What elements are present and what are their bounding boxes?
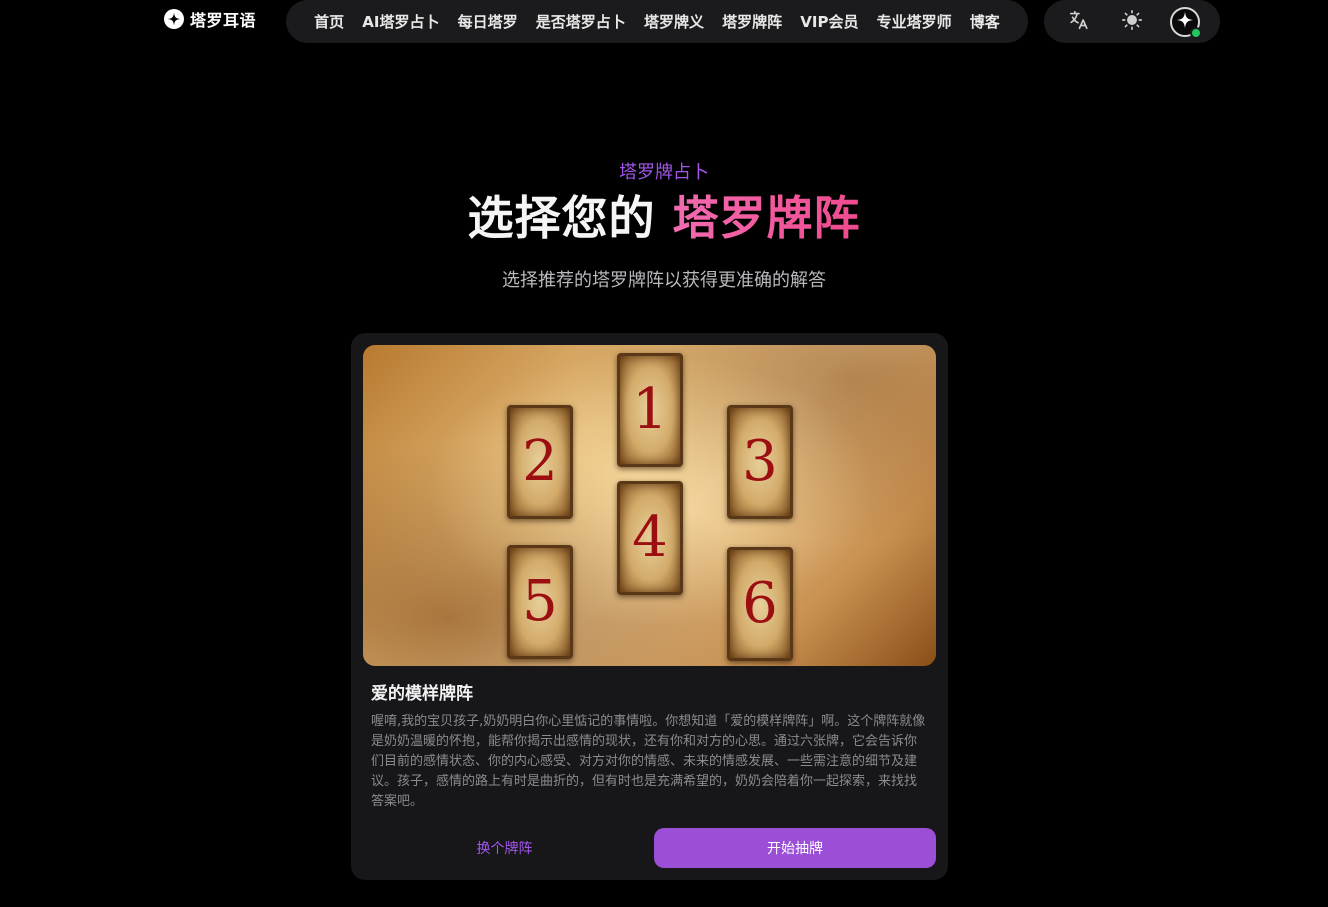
tarot-card-5: 5 — [507, 545, 573, 659]
tarot-card-number: 5 — [522, 569, 558, 634]
nav-ai-tarot[interactable]: AI塔罗占卜 — [362, 11, 439, 32]
tarot-card-number: 6 — [742, 571, 778, 636]
spread-description: 喔唷,我的宝贝孩子,奶奶明白你心里惦记的事情啦。你想知道「爱的模样牌阵」啊。这个… — [371, 714, 926, 809]
tarot-card-1: 1 — [617, 353, 683, 467]
sun-icon — [1121, 9, 1143, 35]
page-title-accent: 塔罗牌阵 — [672, 191, 861, 245]
page-subtitle: 选择推荐的塔罗牌阵以获得更准确的解答 — [502, 270, 826, 291]
section-eyebrow: 塔罗牌占卜 — [619, 162, 709, 183]
nav-spreads[interactable]: 塔罗牌阵 — [722, 11, 782, 32]
translate-icon — [1068, 9, 1090, 35]
nav-pro-reader[interactable]: 专业塔罗师 — [877, 11, 952, 32]
switch-spread-button[interactable]: 换个牌阵 — [363, 828, 646, 868]
nav-blog[interactable]: 博客 — [970, 11, 1000, 32]
online-status-dot — [1190, 26, 1203, 39]
nav-yes-no-tarot[interactable]: 是否塔罗占卜 — [536, 11, 626, 32]
nav-vip[interactable]: VIP会员 — [800, 11, 858, 32]
avatar — [1170, 6, 1203, 39]
language-button[interactable] — [1063, 6, 1095, 38]
spread-layout-image: 1 2 3 4 5 6 — [363, 345, 936, 666]
site-logo[interactable]: 塔罗耳语 — [164, 8, 256, 30]
nav-home[interactable]: 首页 — [314, 11, 344, 32]
tarot-card-number: 3 — [742, 429, 778, 494]
main-nav: 首页 AI塔罗占卜 每日塔罗 是否塔罗占卜 塔罗牌义 塔罗牌阵 VIP会员 专业… — [286, 0, 1028, 43]
tarot-card-number: 1 — [632, 377, 668, 442]
sparkle-logo-icon — [164, 9, 184, 29]
logo-text: 塔罗耳语 — [190, 11, 257, 30]
tarot-card-3: 3 — [727, 405, 793, 519]
tarot-card-2: 2 — [507, 405, 573, 519]
tarot-card-number: 2 — [522, 429, 558, 494]
header-tools — [1044, 0, 1220, 43]
tarot-card-6: 6 — [727, 547, 793, 661]
user-avatar-button[interactable] — [1169, 6, 1203, 39]
spread-name: 爱的模样牌阵 — [371, 684, 473, 704]
page-title: 选择您的 塔罗牌阵 — [0, 188, 1328, 248]
spread-card: 1 2 3 4 5 6 爱的模样牌阵 喔唷,我的宝贝孩子,奶奶明白你心里惦记的事… — [351, 333, 948, 880]
nav-card-meanings[interactable]: 塔罗牌义 — [644, 11, 704, 32]
tarot-card-number: 4 — [632, 505, 668, 570]
theme-toggle-button[interactable] — [1116, 6, 1148, 38]
nav-daily-tarot[interactable]: 每日塔罗 — [458, 11, 518, 32]
page-title-main: 选择您的 — [467, 191, 656, 245]
start-draw-button[interactable]: 开始抽牌 — [654, 828, 936, 868]
tarot-card-4: 4 — [617, 481, 683, 595]
